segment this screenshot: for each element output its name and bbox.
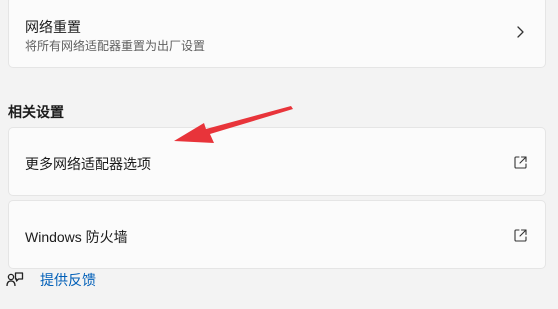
network-reset-subtitle: 将所有网络适配器重置为出厂设置 — [25, 39, 206, 53]
feedback-link[interactable]: 提供反馈 — [6, 270, 96, 290]
feedback-icon — [6, 272, 24, 287]
windows-firewall-label: Windows 防火墙 — [25, 229, 128, 245]
chevron-right-icon — [517, 26, 524, 38]
windows-firewall-card[interactable]: Windows 防火墙 — [8, 200, 546, 269]
feedback-label: 提供反馈 — [40, 272, 96, 288]
more-adapter-options-card[interactable]: 更多网络适配器选项 — [8, 127, 546, 196]
open-external-icon — [514, 229, 527, 242]
network-reset-title: 网络重置 — [25, 19, 81, 35]
more-adapter-options-label: 更多网络适配器选项 — [25, 156, 151, 172]
related-settings-heading: 相关设置 — [8, 104, 64, 120]
open-external-icon — [514, 156, 527, 169]
network-reset-card[interactable]: 网络重置 将所有网络适配器重置为出厂设置 — [8, 0, 546, 68]
